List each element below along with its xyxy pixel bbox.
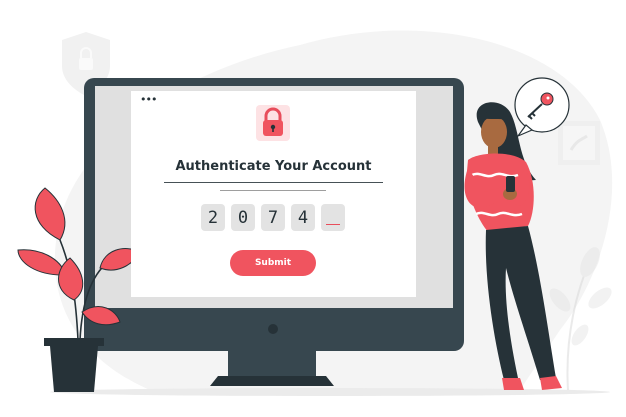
page-title: Authenticate Your Account bbox=[175, 159, 372, 174]
code-digit-2[interactable]: 0 bbox=[231, 204, 255, 231]
window-dots: ••• bbox=[140, 93, 157, 106]
lock-icon bbox=[256, 105, 290, 141]
code-digit-5[interactable] bbox=[321, 204, 345, 231]
auth-screen: ••• Authenticate Your Account 2 0 7 4 Su… bbox=[131, 91, 416, 297]
code-digit-4[interactable]: 4 bbox=[291, 204, 315, 231]
submit-button[interactable]: Submit bbox=[230, 250, 316, 276]
code-digit-3[interactable]: 7 bbox=[261, 204, 285, 231]
code-digit-1[interactable]: 2 bbox=[201, 204, 225, 231]
code-input-group: 2 0 7 4 bbox=[201, 204, 345, 231]
wall-frame bbox=[558, 121, 600, 165]
phone-icon bbox=[506, 176, 515, 192]
divider bbox=[220, 190, 326, 191]
divider bbox=[164, 182, 383, 183]
